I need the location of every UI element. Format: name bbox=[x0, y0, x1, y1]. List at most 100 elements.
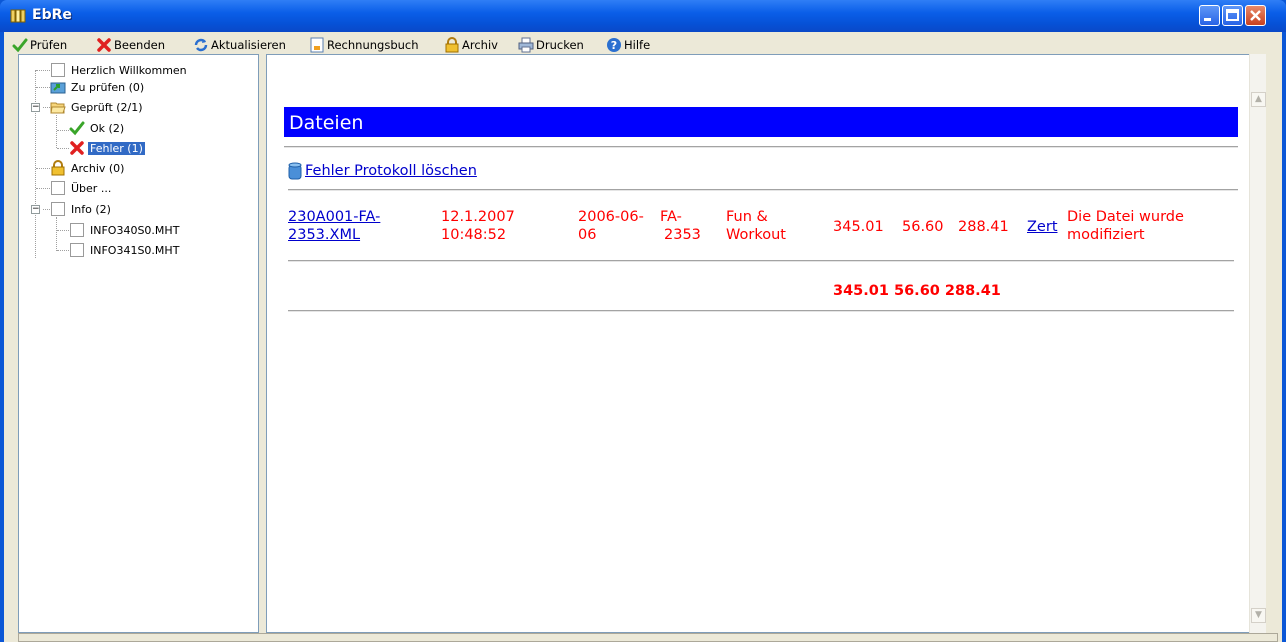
totals: 345.01 56.60 288.41 bbox=[833, 283, 1001, 299]
svg-text:?: ? bbox=[611, 39, 617, 52]
invoice-date-line-1: 2006-06- bbox=[578, 209, 644, 225]
maximize-button[interactable] bbox=[1222, 5, 1243, 26]
beenden-label: Beenden bbox=[114, 38, 165, 52]
delete-log-link[interactable]: Fehler Protokoll löschen bbox=[305, 162, 477, 180]
file-line-1: 230A001-FA- bbox=[288, 209, 381, 225]
window-title: EbRe bbox=[32, 7, 72, 23]
file-line-2: 2353.XML bbox=[288, 227, 361, 243]
file-link[interactable]: 230A001-FA- 2353.XML bbox=[288, 208, 380, 244]
document-icon bbox=[310, 37, 324, 53]
panel-splitter[interactable] bbox=[259, 54, 265, 633]
status-bar bbox=[18, 633, 1278, 642]
tree-label: Herzlich Willkommen bbox=[71, 63, 187, 77]
cert-link[interactable]: Zert bbox=[1027, 218, 1058, 236]
tree-label-selected: Fehler (1) bbox=[88, 141, 145, 155]
code-line-2: 2353 bbox=[664, 227, 701, 243]
tree-label: Archiv (0) bbox=[71, 161, 125, 175]
message-line-1: Die Datei wurde bbox=[1067, 209, 1184, 225]
tree-item-geprueft[interactable]: Geprüft (2/1) bbox=[50, 99, 145, 115]
divider bbox=[288, 189, 1238, 191]
printer-icon bbox=[518, 37, 534, 53]
app-icon bbox=[10, 9, 26, 23]
scroll-down-arrow-icon[interactable]: ▼ bbox=[1251, 608, 1266, 623]
message-line-2: modifiziert bbox=[1067, 227, 1145, 243]
tree-label: Ok (2) bbox=[90, 121, 125, 135]
page-icon bbox=[51, 181, 65, 195]
folder-arrow-icon bbox=[50, 82, 66, 94]
scroll-up-arrow-icon[interactable]: ▲ bbox=[1251, 92, 1266, 107]
close-icon bbox=[1250, 10, 1261, 21]
minimize-button[interactable] bbox=[1199, 5, 1220, 26]
invoice-date: 2006-06- 06 bbox=[578, 208, 644, 244]
tree-item-info340s0[interactable]: INFO340S0.MHT bbox=[69, 222, 181, 238]
pruefen-label: Prüfen bbox=[30, 38, 68, 52]
toolbar: Prüfen Beenden Aktualisieren Rechnungsbu… bbox=[4, 32, 1282, 56]
folder-open-icon bbox=[50, 102, 66, 114]
divider bbox=[284, 146, 1238, 148]
tree-item-fehler[interactable]: Fehler (1) bbox=[69, 140, 145, 156]
tree-item-archiv[interactable]: Archiv (0) bbox=[50, 160, 126, 176]
aktualisieren-button[interactable]: Aktualisieren bbox=[193, 36, 286, 54]
tree-label: Info (2) bbox=[71, 202, 111, 216]
rechnungsbuch-label: Rechnungsbuch bbox=[327, 38, 419, 52]
title-bar[interactable]: EbRe bbox=[0, 0, 1286, 32]
expand-info-toggle[interactable]: − bbox=[31, 205, 40, 214]
vertical-scrollbar[interactable]: ▲ ▼ bbox=[1249, 54, 1266, 633]
page-icon bbox=[70, 223, 84, 237]
navigation-tree[interactable]: − − Herzlich Willkommen Zu prüfen (0) Ge… bbox=[18, 54, 259, 633]
tree-item-zu-pruefen[interactable]: Zu prüfen (0) bbox=[50, 79, 146, 95]
red-x-icon bbox=[97, 38, 111, 52]
amount-tax: 56.60 bbox=[902, 219, 944, 235]
amount-gross: 345.01 bbox=[833, 219, 884, 235]
tree-label: Über ... bbox=[71, 181, 112, 195]
drucken-button[interactable]: Drucken bbox=[518, 36, 584, 54]
maximize-icon bbox=[1226, 9, 1239, 21]
trash-icon bbox=[288, 162, 302, 180]
vendor-line-1: Fun & bbox=[726, 209, 768, 225]
aktualisieren-label: Aktualisieren bbox=[211, 38, 286, 52]
tree-item-info[interactable]: Info (2) bbox=[50, 201, 113, 217]
beenden-button[interactable]: Beenden bbox=[96, 36, 165, 54]
close-button[interactable] bbox=[1245, 5, 1266, 26]
archiv-label: Archiv bbox=[462, 38, 498, 52]
app-window: EbRe Prüfen Beenden Aktualisieren Rechnu… bbox=[0, 0, 1286, 642]
drucken-label: Drucken bbox=[536, 38, 584, 52]
red-x-icon bbox=[70, 141, 84, 155]
tree-item-ueber[interactable]: Über ... bbox=[50, 180, 113, 196]
check-icon bbox=[12, 38, 28, 53]
tree-label: INFO341S0.MHT bbox=[90, 243, 180, 257]
pruefen-button[interactable]: Prüfen bbox=[12, 36, 67, 54]
refresh-icon bbox=[194, 38, 208, 52]
hilfe-button[interactable]: ? Hilfe bbox=[606, 36, 650, 54]
lock-icon bbox=[445, 37, 459, 53]
minimize-icon bbox=[1204, 18, 1211, 21]
help-icon: ? bbox=[607, 38, 621, 52]
section-header: Dateien bbox=[284, 107, 1238, 137]
delete-log-link-row[interactable]: Fehler Protokoll löschen bbox=[287, 162, 477, 180]
code-line-1: FA- bbox=[660, 209, 682, 225]
vendor: Fun & Workout bbox=[726, 208, 786, 244]
status-message: Die Datei wurde modifiziert bbox=[1067, 208, 1184, 244]
amount-net: 288.41 bbox=[958, 219, 1009, 235]
divider bbox=[288, 310, 1234, 312]
invoice-date-line-2: 06 bbox=[578, 227, 597, 243]
content-panel bbox=[266, 54, 1266, 633]
page-icon bbox=[51, 63, 65, 77]
lock-icon bbox=[51, 160, 65, 176]
received-date: 12.1.2007 10:48:52 bbox=[441, 208, 515, 244]
check-icon bbox=[69, 121, 85, 136]
tree-label: Geprüft (2/1) bbox=[71, 100, 143, 114]
tree-label: Zu prüfen (0) bbox=[71, 80, 145, 94]
invoice-code: FA- 2353 bbox=[660, 208, 701, 244]
expand-geprueft-toggle[interactable]: − bbox=[31, 103, 40, 112]
tree-label: INFO340S0.MHT bbox=[90, 223, 180, 237]
archiv-button[interactable]: Archiv bbox=[444, 36, 498, 54]
date-line-2: 10:48:52 bbox=[441, 227, 507, 243]
vendor-line-2: Workout bbox=[726, 227, 786, 243]
page-icon bbox=[51, 202, 65, 216]
tree-item-info341s0[interactable]: INFO341S0.MHT bbox=[69, 242, 181, 258]
rechnungsbuch-button[interactable]: Rechnungsbuch bbox=[309, 36, 419, 54]
tree-item-herzlich-willkommen[interactable]: Herzlich Willkommen bbox=[50, 62, 189, 78]
tree-item-ok[interactable]: Ok (2) bbox=[69, 120, 126, 136]
hilfe-label: Hilfe bbox=[624, 38, 651, 52]
